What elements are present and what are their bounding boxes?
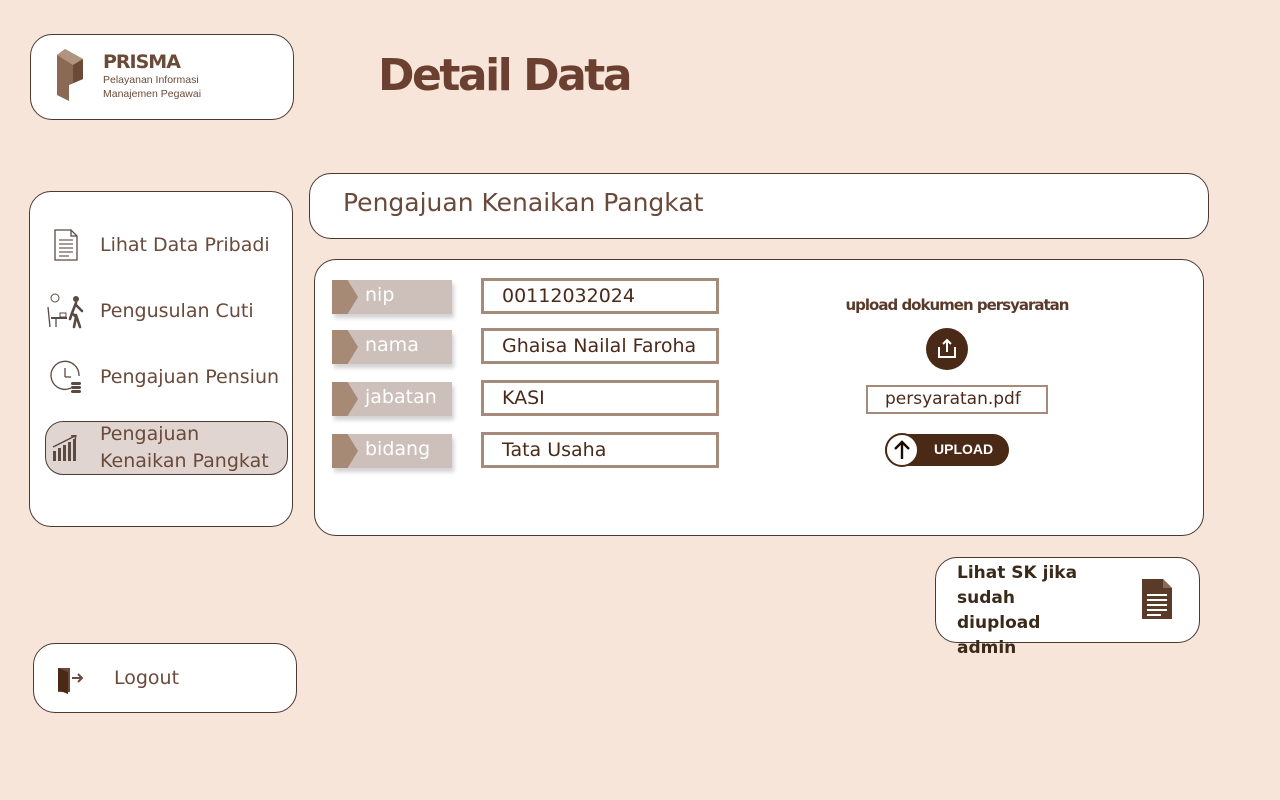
file-icon	[1141, 578, 1173, 624]
nama-field[interactable]: Ghaisa Nailal Faroha	[481, 328, 719, 364]
leave-walk-icon	[46, 291, 86, 331]
brand-card: PRISMA Pelayanan Informasi Manajemen Peg…	[30, 34, 294, 120]
field-tag-nip: nip	[332, 280, 452, 314]
section-header: Pengajuan Kenaikan Pangkat	[309, 173, 1209, 239]
bidang-field[interactable]: Tata Usaha	[481, 432, 719, 468]
upload-button-label: UPLOAD	[934, 441, 994, 457]
logout-label: Logout	[114, 667, 180, 689]
sidebar-item-label: Pengusulan Cuti	[100, 299, 254, 322]
share-icon	[938, 338, 956, 358]
section-title: Pengajuan Kenaikan Pangkat	[343, 188, 704, 217]
file-name-field[interactable]: persyaratan.pdf	[866, 385, 1048, 414]
page-title: Detail Data	[378, 50, 633, 101]
sidebar-item-cuti[interactable]: Pengusulan Cuti	[46, 285, 288, 337]
sidebar-item-kenaikan-pangkat[interactable]: Pengajuan Kenaikan Pangkat	[45, 421, 288, 475]
detail-panel: nip 00112032024 nama Ghaisa Nailal Faroh…	[314, 259, 1204, 536]
upload-title: upload dokumen persyaratan	[845, 296, 1070, 314]
nip-field[interactable]: 00112032024	[481, 278, 719, 314]
prisma-logo-icon	[57, 49, 83, 101]
share-upload-button[interactable]	[926, 328, 968, 370]
field-tag-bidang: bidang	[332, 434, 452, 468]
sidebar: Lihat Data Pribadi Pengusulan Cuti Penga…	[29, 191, 293, 527]
sidebar-item-label: Lihat Data Pribadi	[100, 233, 270, 256]
view-sk-button[interactable]: Lihat SK jika sudah diupload admin	[935, 557, 1200, 658]
door-exit-icon	[56, 666, 84, 698]
brand-name: PRISMA	[103, 51, 181, 73]
field-tag-jabatan: jabatan	[332, 382, 452, 416]
document-icon	[46, 225, 86, 265]
sidebar-item-pensiun[interactable]: Pengajuan Pensiun	[46, 351, 288, 403]
brand-tagline: Pelayanan Informasi Manajemen Pegawai	[103, 74, 202, 100]
clock-coins-icon	[46, 357, 86, 397]
sidebar-item-data-pribadi[interactable]: Lihat Data Pribadi	[46, 219, 288, 271]
sidebar-item-label: Pengajuan Pensiun	[100, 365, 280, 388]
jabatan-field[interactable]: KASI	[481, 380, 719, 416]
logout-button[interactable]: Logout	[33, 643, 297, 713]
sidebar-item-label: Pengajuan Kenaikan Pangkat	[100, 423, 269, 472]
growth-chart-icon	[46, 428, 86, 468]
field-tag-nama: nama	[332, 330, 452, 364]
view-sk-label: Lihat SK jika sudah diupload admin	[957, 563, 1078, 658]
arrow-up-icon	[885, 433, 919, 467]
upload-button[interactable]: UPLOAD	[885, 433, 1009, 467]
